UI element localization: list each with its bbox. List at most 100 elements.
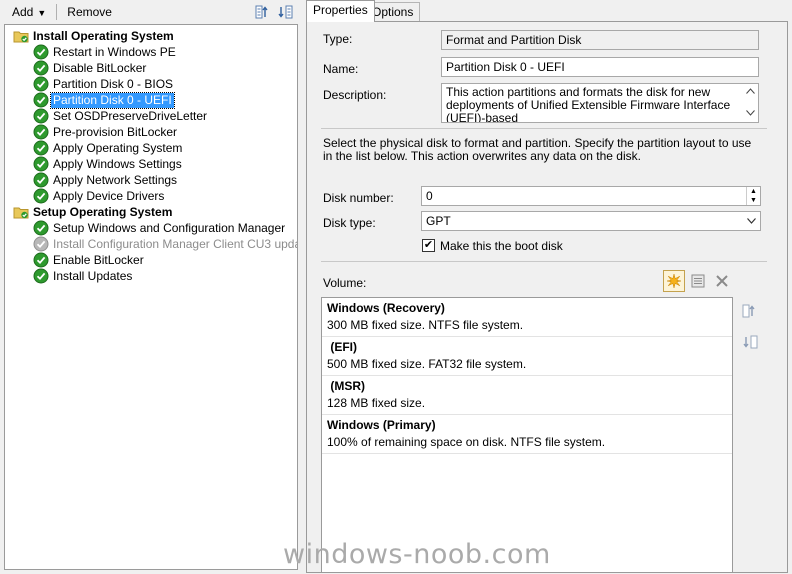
volume-description: 128 MB fixed size. — [327, 396, 426, 410]
volume-item[interactable]: (MSR) 128 MB fixed size. — [322, 376, 732, 415]
tree-item-label: Apply Operating System — [53, 140, 183, 155]
volume-item[interactable]: Windows (Primary) 100% of remaining spac… — [322, 415, 732, 454]
tree-item-disable-bitlocker[interactable]: Disable BitLocker — [33, 60, 148, 76]
move-volume-down-button[interactable] — [739, 331, 761, 353]
tree-item-install-updates[interactable]: Install Updates — [33, 268, 134, 284]
tree-item-label: Apply Network Settings — [53, 172, 178, 187]
tree-item-setup-windows-configmgr[interactable]: Setup Windows and Configuration Manager — [33, 220, 287, 236]
volume-item[interactable]: Windows (Recovery) 300 MB fixed size. NT… — [322, 298, 732, 337]
tree-item-enable-bitlocker[interactable]: Enable BitLocker — [33, 252, 146, 268]
chevron-down-icon — [747, 218, 756, 224]
tree-item-label: Set OSDPreserveDriveLetter — [53, 108, 208, 123]
tree-item-label: Disable BitLocker — [53, 60, 147, 75]
volume-title: Windows (Recovery) — [327, 301, 445, 315]
name-field[interactable]: Partition Disk 0 - UEFI — [441, 57, 759, 77]
volume-item[interactable]: (EFI) 500 MB fixed size. FAT32 file syst… — [322, 337, 732, 376]
volume-label: Volume: — [323, 276, 367, 290]
tree-item-apply-network-settings[interactable]: Apply Network Settings — [33, 172, 179, 188]
tree-item-apply-windows-settings[interactable]: Apply Windows Settings — [33, 156, 184, 172]
tree-group-install-os[interactable]: Install Operating System — [13, 28, 176, 44]
check-icon — [33, 44, 49, 60]
boot-disk-label: Make this the boot disk — [440, 239, 563, 253]
name-label: Name: — [323, 62, 359, 76]
add-button[interactable]: Add ▼ — [8, 3, 50, 21]
volume-properties-button[interactable] — [687, 270, 709, 292]
tree-item-label: Install Configuration Manager Client CU3… — [53, 236, 298, 251]
scroll-down-icon[interactable] — [746, 110, 755, 116]
check-icon — [33, 108, 49, 124]
add-label: Add — [12, 5, 34, 19]
delete-volume-button[interactable] — [711, 270, 733, 292]
check-icon — [33, 92, 49, 108]
check-icon — [33, 172, 49, 188]
starburst-icon — [666, 273, 682, 289]
move-down-icon — [743, 335, 758, 349]
tree-item-apply-device-drivers[interactable]: Apply Device Drivers — [33, 188, 166, 204]
type-field: Format and Partition Disk — [441, 30, 759, 50]
properties-icon — [691, 274, 705, 288]
volume-title: (EFI) — [327, 340, 357, 354]
disk-type-select[interactable]: GPT — [421, 211, 761, 231]
tree-item-set-osdpreserve[interactable]: Set OSDPreserveDriveLetter — [33, 108, 209, 124]
tree-item-partition-uefi[interactable]: Partition Disk 0 - UEFI — [33, 91, 175, 109]
disk-number-spinner[interactable]: 0 ▲ ▼ — [421, 186, 761, 206]
tree-item-preprovision-bitlocker[interactable]: Pre-provision BitLocker — [33, 124, 179, 140]
disabled-check-icon — [33, 236, 49, 252]
check-icon — [33, 268, 49, 284]
boot-disk-checkbox[interactable]: ✔ — [422, 239, 435, 252]
tree-item-label: Apply Device Drivers — [53, 188, 165, 203]
section-divider — [321, 128, 767, 129]
tree-item-label: Setup Windows and Configuration Manager — [53, 220, 286, 235]
spin-up-icon[interactable]: ▲ — [746, 187, 760, 196]
instructions-text: Select the physical disk to format and p… — [323, 136, 752, 163]
tree-item-partition-bios[interactable]: Partition Disk 0 - BIOS — [33, 76, 175, 92]
volume-description: 500 MB fixed size. FAT32 file system. — [327, 357, 527, 371]
tree-group-setup-os[interactable]: Setup Operating System — [13, 204, 174, 220]
chevron-down-icon: ▼ — [37, 8, 47, 18]
description-field[interactable]: This action partitions and formats the d… — [441, 83, 759, 123]
scroll-up-icon[interactable] — [746, 88, 755, 94]
disk-number-label: Disk number: — [323, 191, 394, 205]
tree-item-label: Enable BitLocker — [53, 252, 144, 267]
delete-icon — [716, 275, 728, 287]
tree-group-label: Install Operating System — [33, 28, 174, 43]
spin-down-icon[interactable]: ▼ — [746, 196, 760, 205]
volume-title: Windows (Primary) — [327, 418, 436, 432]
tab-properties[interactable]: Properties — [306, 0, 375, 22]
description-label: Description: — [323, 88, 387, 102]
move-up-icon[interactable] — [255, 4, 271, 20]
move-up-icon — [742, 304, 755, 318]
check-icon — [33, 140, 49, 156]
volume-description: 300 MB fixed size. NTFS file system. — [327, 318, 524, 332]
tree-item-label: Apply Windows Settings — [53, 156, 182, 171]
toolbar-separator — [56, 4, 58, 20]
tree-item-label: Restart in Windows PE — [53, 44, 176, 59]
tree-item-apply-os[interactable]: Apply Operating System — [33, 140, 184, 156]
check-icon — [33, 220, 49, 236]
volume-title: (MSR) — [327, 379, 365, 393]
properties-panel: Type: Format and Partition Disk Name: Pa… — [306, 21, 788, 573]
tree-item-label: Partition Disk 0 - BIOS — [53, 76, 174, 91]
type-label: Type: — [323, 32, 353, 46]
tree-item-label: Install Updates — [53, 268, 133, 283]
folder-icon — [13, 31, 29, 43]
disk-type-label: Disk type: — [323, 216, 376, 230]
check-icon — [33, 156, 49, 172]
tree-item-install-cu3-update[interactable]: Install Configuration Manager Client CU3… — [33, 236, 298, 252]
volume-description: 100% of remaining space on disk. NTFS fi… — [327, 435, 606, 449]
check-icon — [33, 252, 49, 268]
new-volume-button[interactable] — [663, 270, 685, 292]
move-volume-up-button[interactable] — [739, 300, 761, 322]
move-down-icon[interactable] — [277, 4, 293, 20]
task-sequence-tree[interactable]: Install Operating System Restart in Wind… — [4, 24, 298, 570]
tree-item-restart-winpe[interactable]: Restart in Windows PE — [33, 44, 178, 60]
remove-button[interactable]: Remove — [63, 3, 116, 21]
check-icon — [33, 124, 49, 140]
watermark: windows-noob.com — [283, 539, 551, 570]
check-icon — [33, 76, 49, 92]
folder-icon — [13, 207, 29, 219]
check-icon — [33, 60, 49, 76]
section-divider — [321, 261, 767, 262]
volume-list[interactable]: Windows (Recovery) 300 MB fixed size. NT… — [321, 297, 733, 573]
description-text: This action partitions and formats the d… — [446, 85, 731, 123]
